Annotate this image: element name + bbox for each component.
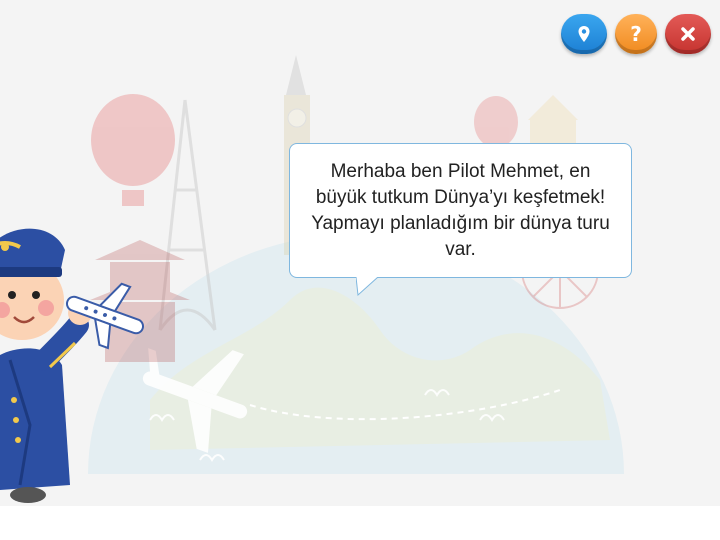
- map-button[interactable]: [561, 14, 607, 54]
- map-pin-icon: [578, 26, 590, 42]
- pilot-character: [0, 228, 145, 503]
- close-icon: [681, 27, 695, 41]
- speech-text: Merhaba ben Pilot Mehmet, en büyük tutku…: [311, 160, 610, 260]
- speech-bubble-tail: [356, 277, 379, 297]
- pilot-uniform: [0, 348, 70, 490]
- balloon-left: [91, 94, 175, 206]
- close-button[interactable]: [665, 14, 711, 54]
- game-stage: ? Merhaba ben Pilot Mehmet, en büyük tut…: [0, 0, 720, 540]
- help-button[interactable]: ?: [615, 14, 657, 54]
- question-icon: ?: [630, 22, 642, 46]
- pilot-shoe: [10, 487, 46, 503]
- speech-bubble: Merhaba ben Pilot Mehmet, en büyük tutku…: [289, 143, 632, 278]
